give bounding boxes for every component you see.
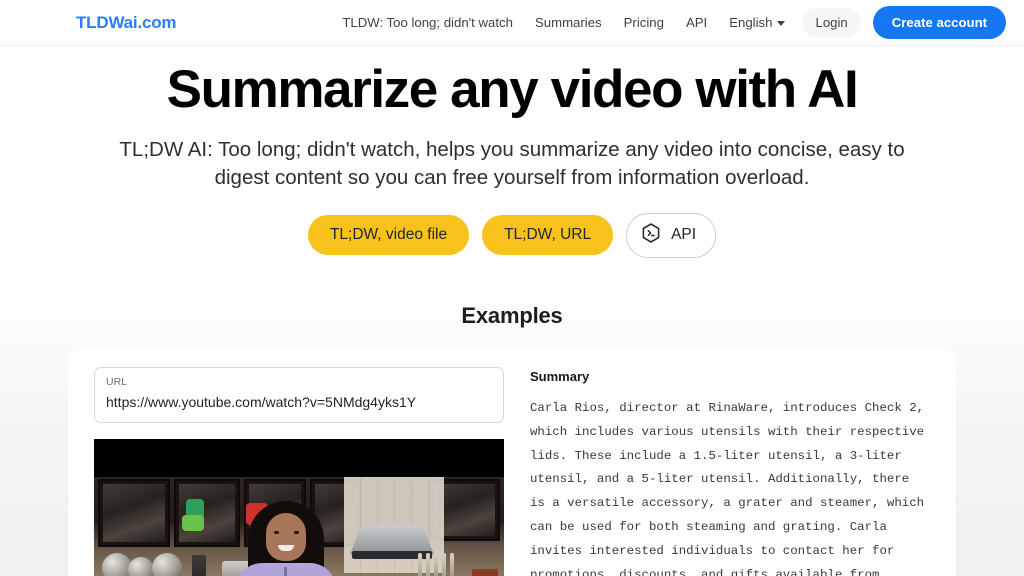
examples-heading: Examples: [461, 302, 563, 328]
terminal-hexagon-icon: [640, 222, 662, 249]
site-header: TLDWai.com TLDW: Too long; didn't watch …: [0, 0, 1024, 46]
presenter-face: [266, 512, 306, 561]
brand-logo[interactable]: TLDWai.com: [76, 13, 177, 33]
create-account-button[interactable]: Create account: [872, 6, 1007, 39]
page-title: Summarize any video with AI: [166, 60, 859, 119]
cta-button-row: TL;DW, video file TL;DW, URL API: [0, 212, 1024, 258]
video-thumbnail-scene: [94, 476, 504, 576]
presenter-jacket-zip: [284, 566, 287, 576]
url-input-group[interactable]: URL https://www.youtube.com/watch?v=5NMd…: [94, 366, 504, 423]
language-selector-label: English: [729, 15, 773, 30]
video-thumbnail[interactable]: [94, 438, 504, 576]
tldw-url-button[interactable]: TL;DW, URL: [482, 215, 614, 256]
presenter-eye: [274, 530, 279, 534]
nav-item-api[interactable]: API: [675, 10, 718, 35]
examples-section: Examples URL https://www.youtube.com/wat…: [0, 284, 1024, 576]
nav-item-pricing[interactable]: Pricing: [613, 10, 675, 35]
example-card: URL https://www.youtube.com/watch?v=5NMd…: [68, 346, 956, 576]
nav-item-tldw[interactable]: TLDW: Too long; didn't watch: [331, 10, 524, 35]
presenter: [230, 500, 342, 576]
utensil: [426, 552, 430, 576]
chevron-down-icon: [777, 20, 786, 26]
utensil: [418, 552, 422, 576]
utensil: [442, 552, 446, 576]
example-card-left: URL https://www.youtube.com/watch?v=5NMd…: [94, 366, 504, 576]
login-button[interactable]: Login: [802, 8, 861, 37]
hanging-pan: [128, 556, 154, 576]
api-button[interactable]: API: [626, 212, 717, 258]
tldw-video-file-button[interactable]: TL;DW, video file: [307, 215, 470, 256]
main-navigation: TLDW: Too long; didn't watch Summaries P…: [331, 6, 1007, 39]
video-letterbox-top: [94, 438, 504, 477]
hero-subtitle: TL;DW AI: Too long; didn't watch, helps …: [119, 138, 905, 189]
hero-section: Summarize any video with AI TL;DW AI: To…: [0, 46, 1024, 258]
summary-heading: Summary: [530, 368, 590, 384]
cabinet: [98, 478, 170, 547]
knife-block: [472, 568, 498, 576]
nav-item-summaries[interactable]: Summaries: [524, 10, 613, 35]
url-input-value[interactable]: https://www.youtube.com/watch?v=5NMdg4yk…: [106, 392, 492, 413]
utensil: [434, 552, 438, 576]
api-button-label: API: [671, 226, 697, 244]
blender: [192, 554, 206, 576]
presenter-eye: [294, 530, 299, 534]
hanging-pan: [152, 552, 182, 576]
url-input-label: URL: [106, 375, 128, 388]
summary-text: Carla Rios, director at RinaWare, introd…: [530, 400, 925, 576]
presenter-smile: [278, 544, 294, 551]
decor-item: [182, 514, 204, 531]
utensil: [450, 552, 454, 576]
example-card-right: Summary Carla Rios, director at RinaWare…: [530, 367, 930, 576]
language-selector[interactable]: English: [718, 10, 796, 35]
